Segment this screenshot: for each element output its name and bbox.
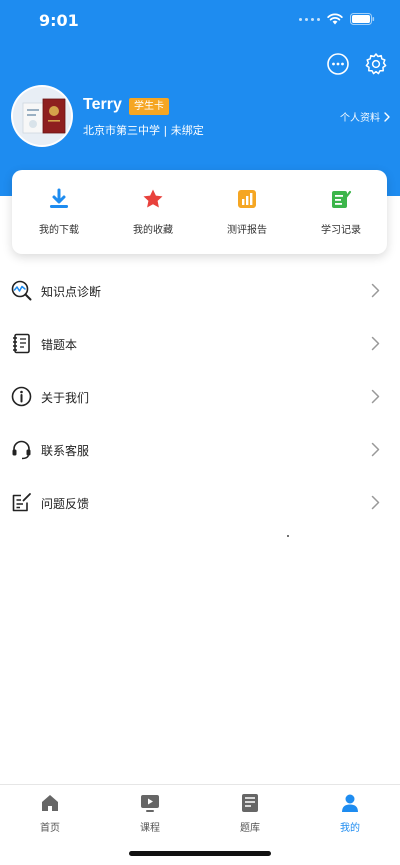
header-actions (326, 52, 388, 76)
home-indicator (129, 851, 271, 856)
menu-item-knowledge-diagnosis[interactable]: 知识点诊断 (0, 265, 400, 318)
play-icon (141, 795, 159, 812)
settings-gear-icon[interactable] (364, 52, 388, 76)
tab-label: 题库 (240, 823, 260, 834)
menu-label: 错题本 (41, 338, 78, 352)
school-binding-status: 北京市第三中学 | 未绑定 (83, 124, 204, 137)
study-record-label: 学习记录 (321, 225, 361, 236)
tab-home[interactable]: 首页 (20, 793, 80, 834)
quick-actions-card: 我的下载 我的收藏 测评报告 学习记录 (12, 170, 387, 254)
star-icon (143, 189, 163, 208)
chevron-right-icon (371, 442, 380, 457)
chevron-right-icon (371, 495, 380, 510)
tab-mine[interactable]: 我的 (320, 793, 380, 834)
menu-item-customer-service[interactable]: 联系客服 (0, 424, 400, 477)
home-icon (42, 795, 58, 811)
menu-item-feedback[interactable]: 问题反馈 (0, 477, 400, 530)
profile-info-link[interactable]: 个人资料 (340, 109, 390, 124)
status-time: 9:01 (39, 11, 79, 30)
chevron-right-icon (371, 283, 380, 298)
student-card-badge: 学生卡 (129, 98, 169, 115)
message-icon[interactable] (326, 52, 350, 76)
avatar[interactable] (11, 85, 73, 147)
chevron-right-icon (384, 111, 390, 122)
my-favorites-label: 我的收藏 (133, 225, 173, 236)
stray-dot (287, 535, 289, 537)
tab-question-bank[interactable]: 题库 (220, 793, 280, 834)
profile-link-label: 个人资料 (340, 113, 380, 124)
menu-label: 关于我们 (41, 391, 90, 405)
tab-courses[interactable]: 课程 (120, 793, 180, 834)
info-icon (11, 386, 32, 407)
menu-item-about-us[interactable]: 关于我们 (0, 371, 400, 424)
study-record-button[interactable]: 学习记录 (301, 188, 381, 236)
user-name: Terry (83, 96, 122, 113)
menu-item-wrong-questions[interactable]: 错题本 (0, 318, 400, 371)
chevron-right-icon (371, 336, 380, 351)
download-icon (50, 188, 68, 208)
my-favorites-button[interactable]: 我的收藏 (113, 188, 193, 236)
headset-icon (12, 440, 31, 460)
tab-label: 首页 (40, 823, 60, 834)
feedback-icon (12, 493, 31, 512)
menu-label: 问题反馈 (41, 497, 90, 511)
status-bar: 9:01 (0, 0, 400, 44)
menu-label: 知识点诊断 (41, 285, 102, 299)
chevron-right-icon (371, 389, 380, 404)
menu-label: 联系客服 (41, 444, 90, 458)
wifi-icon (327, 13, 343, 25)
settings-menu: 知识点诊断 错题本 关于我们 联系客服 问题反馈 (0, 265, 400, 530)
battery-icon (350, 13, 375, 25)
record-icon (332, 190, 352, 208)
report-icon (238, 190, 256, 208)
profile-icon (342, 794, 358, 812)
my-downloads-label: 我的下载 (39, 225, 79, 236)
diagnosis-icon (11, 280, 32, 301)
my-downloads-button[interactable]: 我的下载 (19, 188, 99, 236)
assessment-report-button[interactable]: 测评报告 (207, 188, 287, 236)
signal-icon (299, 17, 320, 21)
notebook-icon (13, 333, 30, 354)
tab-label: 课程 (140, 823, 160, 834)
question-bank-icon (242, 794, 258, 812)
status-icons (299, 13, 375, 25)
tab-label: 我的 (340, 823, 360, 834)
assessment-report-label: 测评报告 (227, 225, 267, 236)
